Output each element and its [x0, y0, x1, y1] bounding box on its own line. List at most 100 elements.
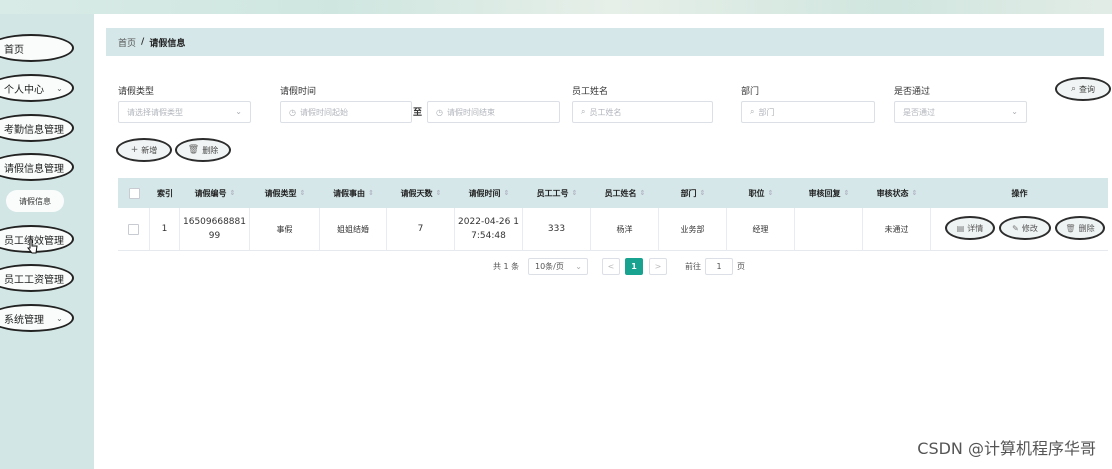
top-banner: [0, 0, 1112, 14]
cell-leave-no: 16509668881 99: [180, 208, 250, 250]
chevron-down-icon: ⌄: [575, 262, 582, 271]
column-header[interactable]: 部门 ⇕: [659, 178, 727, 208]
breadcrumb-home[interactable]: 首页: [118, 36, 136, 49]
search-icon: ⌕: [581, 107, 586, 116]
breadcrumb-separator: /: [141, 37, 145, 47]
sidebar-item-salary[interactable]: 员工工资管理: [0, 264, 74, 292]
page-size-select[interactable]: 10条/页 ⌄: [528, 258, 588, 275]
sort-icon[interactable]: ⇕: [436, 189, 442, 197]
sort-icon[interactable]: ⇕: [230, 189, 236, 197]
delete-button-label: 删除: [202, 145, 219, 155]
mouse-cursor-icon: [27, 238, 38, 254]
leave-time-start-input[interactable]: ◷ 请假时间起始: [280, 101, 412, 123]
edit-button[interactable]: ✎ 修改: [999, 216, 1051, 240]
edit-icon: ✎: [1012, 223, 1019, 233]
sort-icon[interactable]: ⇕: [912, 189, 918, 197]
column-header[interactable]: 请假时间 ⇕: [455, 178, 523, 208]
goto-suffix: 页: [737, 261, 745, 271]
approved-select[interactable]: 是否通过 ⌄: [894, 101, 1027, 123]
column-header: 索引: [157, 188, 173, 198]
cell-reply: [795, 208, 863, 250]
select-all-cell[interactable]: [118, 178, 150, 208]
trash-icon: 🗑: [1065, 223, 1076, 233]
sort-icon[interactable]: ⇕: [572, 189, 578, 197]
main-content: 首页 / 请假信息 请假类型 请选择请假类型 ⌄ 请假时间 ◷ 请假时间起始 至…: [94, 14, 1112, 469]
column-header[interactable]: 职位 ⇕: [727, 178, 795, 208]
add-button-label: 新增: [141, 145, 158, 155]
sidebar-item-label: 员工工资管理: [4, 274, 64, 286]
search-icon: ⌕: [1070, 84, 1077, 94]
sort-icon[interactable]: ⇕: [768, 189, 774, 197]
leave-type-select[interactable]: 请选择请假类型 ⌄: [118, 101, 251, 123]
search-button[interactable]: ⌕ 查询: [1055, 77, 1111, 101]
add-button[interactable]: + 新增: [116, 138, 172, 162]
document-icon: ▤: [956, 223, 965, 233]
sidebar-item-attendance[interactable]: 考勤信息管理: [0, 114, 74, 142]
sidebar-item-profile[interactable]: 个人中心 ⌄: [0, 74, 74, 102]
table-header: 索引 请假编号 ⇕ 请假类型 ⇕ 请假事由 ⇕ 请假天数 ⇕ 请假时间 ⇕ 员工工号 ⇕ 员…: [118, 178, 1108, 208]
leave-type-placeholder: 请选择请假类型: [127, 107, 183, 117]
column-header[interactable]: 员工姓名 ⇕: [591, 178, 659, 208]
sidebar-item-label: 考勤信息管理: [4, 124, 64, 136]
detail-button[interactable]: ▤ 详情: [945, 216, 995, 240]
cell-leave-time: 2022-04-26 1 7:54:48: [455, 208, 523, 250]
sidebar-subitem-leave-info[interactable]: 请假信息: [6, 190, 64, 212]
goto-label: 前往: [685, 261, 701, 271]
column-header[interactable]: 请假编号 ⇕: [180, 178, 250, 208]
cell-status: 未通过: [863, 208, 931, 250]
search-button-label: 查询: [1079, 84, 1096, 94]
department-label: 部门: [741, 87, 760, 97]
column-header[interactable]: 请假天数 ⇕: [387, 178, 455, 208]
goto-page-input[interactable]: 1: [705, 258, 733, 275]
approved-placeholder: 是否通过: [903, 107, 935, 117]
sidebar-item-label: 请假信息管理: [4, 163, 64, 175]
pagination-total: 共 1 条: [493, 261, 520, 271]
sort-icon[interactable]: ⇕: [300, 189, 306, 197]
approved-label: 是否通过: [894, 87, 931, 97]
sidebar-item-system[interactable]: 系统管理 ⌄: [0, 304, 74, 332]
cell-emp-name: 杨洋: [591, 208, 659, 250]
sidebar-subitem-label: 请假信息: [19, 196, 51, 206]
page-number-current[interactable]: 1: [625, 258, 643, 275]
column-header[interactable]: 审核状态 ⇕: [863, 178, 931, 208]
column-header[interactable]: 请假类型 ⇕: [250, 178, 320, 208]
search-icon: ⌕: [750, 107, 755, 116]
leave-time-label: 请假时间: [280, 87, 317, 97]
prev-page-button[interactable]: <: [602, 258, 620, 275]
chevron-down-icon: ⌄: [56, 84, 63, 93]
select-all-checkbox[interactable]: [128, 187, 140, 199]
cell-index: 1: [150, 208, 180, 250]
sort-icon[interactable]: ⇕: [844, 189, 850, 197]
column-header[interactable]: 请假事由 ⇕: [320, 178, 387, 208]
sidebar-item-leave[interactable]: 请假信息管理: [0, 153, 74, 181]
watermark: CSDN @计算机程序华哥: [917, 439, 1096, 458]
sort-icon[interactable]: ⇕: [700, 189, 706, 197]
chevron-down-icon: ⌄: [1011, 107, 1018, 116]
department-input[interactable]: ⌕ 部门: [741, 101, 875, 123]
leave-time-end-input[interactable]: ◷ 请假时间结束: [427, 101, 560, 123]
employee-name-input[interactable]: ⌕ 员工姓名: [572, 101, 713, 123]
next-page-button[interactable]: >: [649, 258, 667, 275]
leave-time-end-placeholder: 请假时间结束: [446, 107, 495, 117]
sidebar-item-label: 首页: [4, 44, 24, 56]
column-header[interactable]: 审核回复 ⇕: [795, 178, 863, 208]
sidebar-item-home[interactable]: 首页: [0, 34, 74, 62]
sort-icon[interactable]: ⇕: [368, 189, 374, 197]
delete-button[interactable]: 🗑 删除: [175, 138, 231, 162]
column-header[interactable]: 员工工号 ⇕: [523, 178, 591, 208]
department-placeholder: 部门: [758, 107, 775, 117]
row-delete-button[interactable]: 🗑 删除: [1055, 216, 1105, 240]
sidebar: 首页 个人中心 ⌄ 考勤信息管理 请假信息管理 请假信息 员工绩效管理 员工工资…: [0, 14, 94, 469]
cell-leave-type: 事假: [250, 208, 320, 250]
cell-emp-no: 333: [523, 208, 591, 250]
sort-icon[interactable]: ⇕: [504, 189, 510, 197]
employee-name-label: 员工姓名: [572, 87, 609, 97]
sort-icon[interactable]: ⇕: [640, 189, 646, 197]
breadcrumb-current: 请假信息: [149, 38, 186, 49]
row-checkbox[interactable]: [128, 223, 139, 235]
cell-days: 7: [387, 208, 455, 250]
row-select-cell[interactable]: [118, 208, 150, 250]
sidebar-item-label: 个人中心: [4, 84, 44, 96]
plus-icon: +: [130, 145, 139, 155]
trash-icon: 🗑: [187, 145, 200, 155]
